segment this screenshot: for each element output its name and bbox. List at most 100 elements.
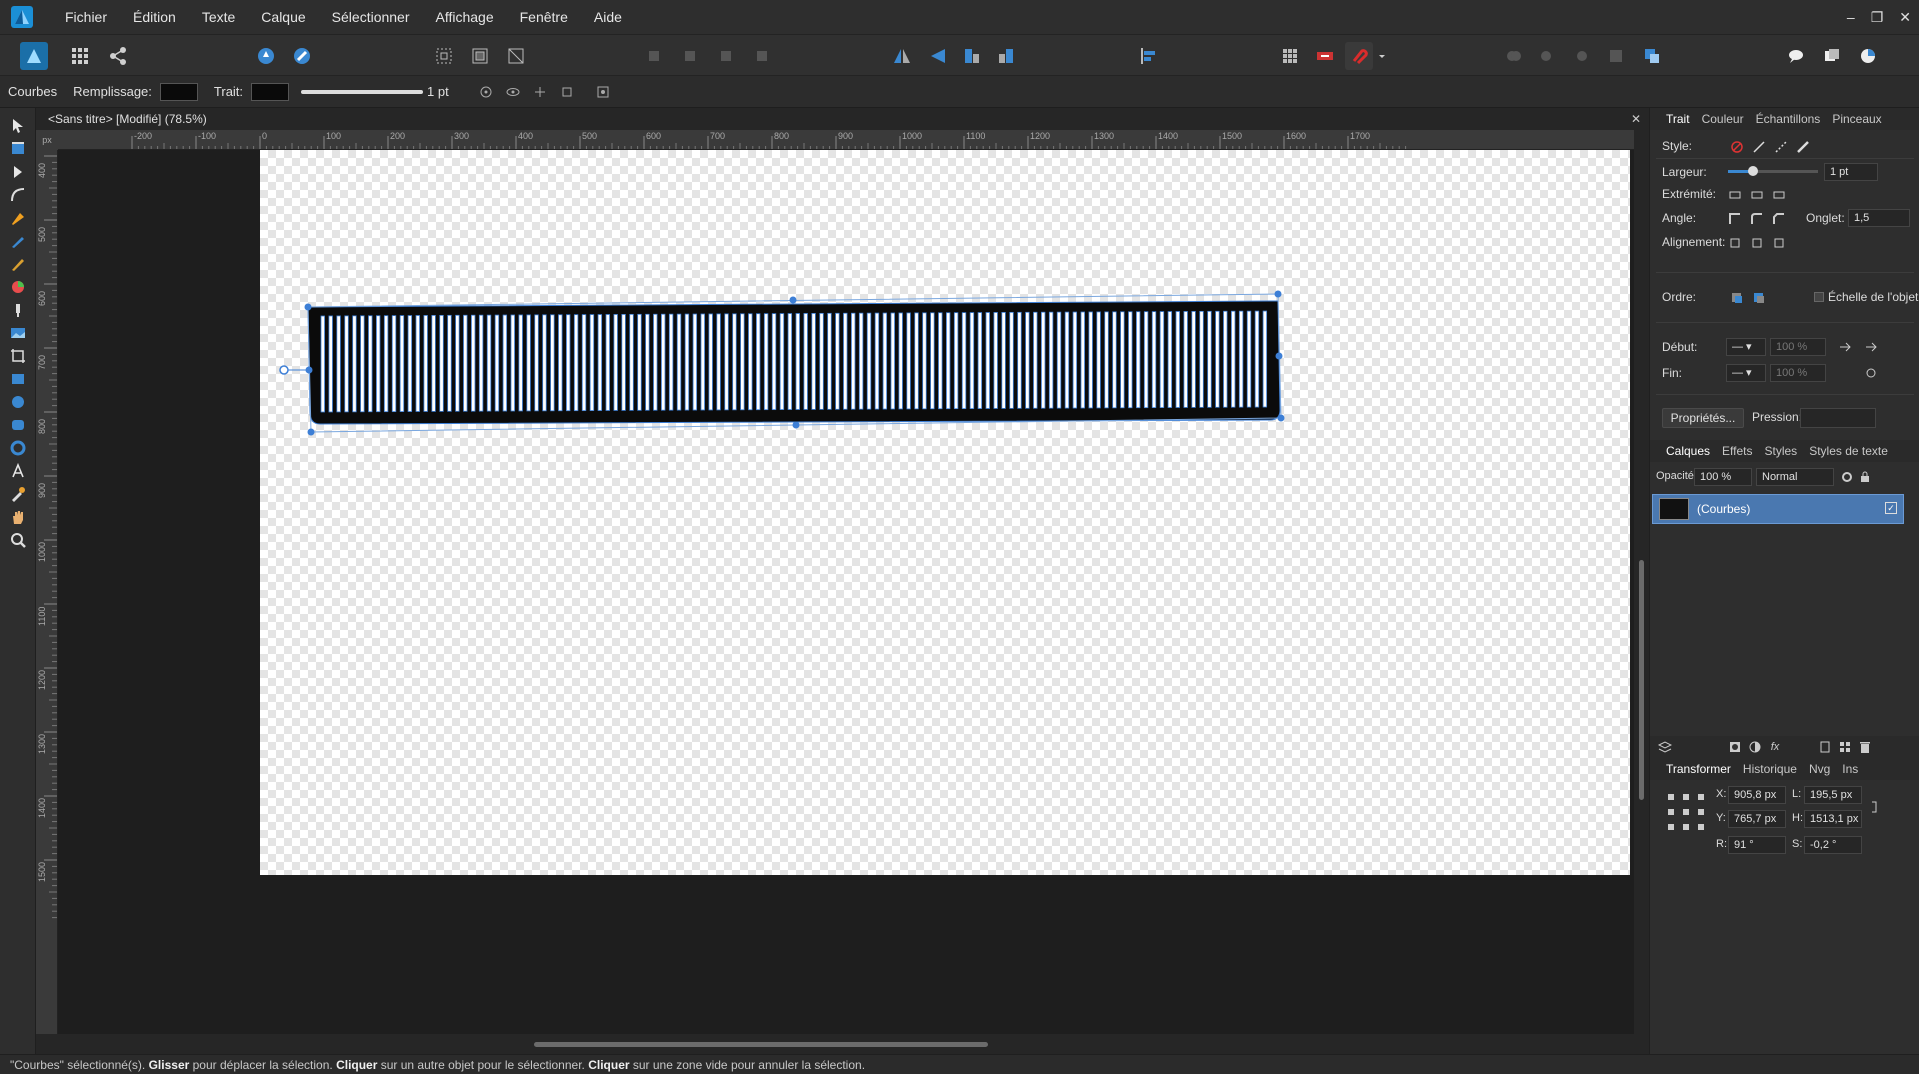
tab-styles[interactable]: Styles: [1759, 444, 1804, 458]
width-slider[interactable]: [1728, 166, 1818, 176]
convert-icon[interactable]: [592, 81, 614, 103]
donut-tool-icon[interactable]: [6, 436, 30, 460]
pixel-persona-icon[interactable]: [66, 42, 94, 70]
scale-with-object-checkbox[interactable]: [1814, 292, 1824, 302]
mask-icon[interactable]: [1726, 738, 1744, 756]
blend-mode-dropdown[interactable]: Normal: [1756, 468, 1834, 486]
pressure-graph[interactable]: [1800, 408, 1876, 428]
butt-cap-icon[interactable]: [1726, 186, 1744, 204]
lock-aspect-icon[interactable]: [1866, 798, 1884, 816]
flip-horizontal-icon[interactable]: [888, 42, 916, 70]
corner-tool-icon[interactable]: [6, 183, 30, 207]
rotation-field[interactable]: 91 °: [1728, 836, 1786, 854]
stroke-behind-icon[interactable]: [1728, 289, 1746, 307]
snap-to-node-icon[interactable]: [529, 81, 551, 103]
text-tool-icon[interactable]: [6, 459, 30, 483]
arrow-swap-icon[interactable]: [1862, 338, 1880, 356]
miter-join-icon[interactable]: [1726, 210, 1744, 228]
move-tool-icon[interactable]: [6, 114, 30, 138]
w-field[interactable]: 195,5 px: [1804, 786, 1862, 804]
color-picker-tool-icon[interactable]: [6, 482, 30, 506]
color-picker-icon[interactable]: [1854, 42, 1882, 70]
canvas-pasteboard[interactable]: [58, 150, 1634, 1034]
move-front-icon[interactable]: [748, 42, 776, 70]
pen-tool-icon[interactable]: [6, 206, 30, 230]
close-window-button[interactable]: ✕: [1899, 9, 1911, 26]
arrow-reset-icon[interactable]: [1862, 364, 1880, 382]
new-layer-icon[interactable]: [1816, 738, 1834, 756]
tab-effets[interactable]: Effets: [1716, 444, 1758, 458]
tab-echantillons[interactable]: Échantillons: [1750, 112, 1827, 126]
boolean-subtract-icon[interactable]: [1534, 42, 1562, 70]
boolean-divide-icon[interactable]: [1638, 42, 1666, 70]
minimize-button[interactable]: –: [1847, 9, 1855, 25]
width-field[interactable]: 1 pt: [1824, 163, 1878, 181]
lock-icon[interactable]: [1856, 468, 1874, 486]
tab-trait[interactable]: Trait: [1660, 112, 1696, 126]
rotate-left-icon[interactable]: [958, 42, 986, 70]
layer-row[interactable]: (Courbes) ✓: [1652, 494, 1904, 524]
rectangle-tool-icon[interactable]: [6, 367, 30, 391]
ellipse-tool-icon[interactable]: [6, 390, 30, 414]
hide-selection-icon[interactable]: [502, 81, 524, 103]
transform-mode-icon[interactable]: [502, 42, 530, 70]
no-stroke-icon[interactable]: [1728, 138, 1746, 156]
tab-styles-de-texte[interactable]: Styles de texte: [1803, 444, 1894, 458]
vertical-scrollbar[interactable]: [1634, 130, 1649, 1034]
share-icon[interactable]: [104, 42, 132, 70]
tab-historique[interactable]: Historique: [1737, 762, 1803, 776]
document-tab[interactable]: <Sans titre> [Modifié] (78.5%) ✕: [36, 108, 1649, 130]
vertical-scroll-thumb[interactable]: [1639, 560, 1644, 800]
align-outside-icon[interactable]: [1770, 234, 1788, 252]
flip-vertical-icon[interactable]: [924, 42, 952, 70]
snapping-magnet-icon[interactable]: [1345, 42, 1373, 70]
place-image-tool-icon[interactable]: [6, 321, 30, 345]
rotate-right-icon[interactable]: [992, 42, 1020, 70]
opacity-field[interactable]: 100 %: [1694, 468, 1752, 486]
start-scale-field[interactable]: 100 %: [1770, 338, 1826, 356]
tab-pinceaux[interactable]: Pinceaux: [1826, 112, 1887, 126]
menu-edition[interactable]: Édition: [120, 0, 189, 34]
stroke-width-slider[interactable]: [301, 89, 424, 94]
bevel-join-icon[interactable]: [1770, 210, 1788, 228]
tab-nvg[interactable]: Nvg: [1803, 762, 1836, 776]
align-nodes-icon[interactable]: [556, 81, 578, 103]
menu-fenetre[interactable]: Fenêtre: [507, 0, 581, 34]
transparency-tool-icon[interactable]: [6, 298, 30, 322]
y-field[interactable]: 765,7 px: [1728, 810, 1786, 828]
tab-ins[interactable]: Ins: [1836, 762, 1864, 776]
menu-calque[interactable]: Calque: [248, 0, 318, 34]
menu-selectionner[interactable]: Sélectionner: [319, 0, 423, 34]
menu-aide[interactable]: Aide: [581, 0, 635, 34]
arrow-position-icon[interactable]: [1836, 338, 1854, 356]
snapping-dropdown-icon[interactable]: [1375, 42, 1389, 70]
start-arrow-dropdown[interactable]: — ▾: [1726, 338, 1766, 356]
fill-tool-icon[interactable]: [6, 275, 30, 299]
node-tool-icon[interactable]: [6, 160, 30, 184]
hand-tool-icon[interactable]: [6, 505, 30, 529]
layers-stack-icon[interactable]: [1656, 738, 1674, 756]
zoom-tool-icon[interactable]: [6, 528, 30, 552]
rounded-rectangle-tool-icon[interactable]: [6, 413, 30, 437]
guides-icon[interactable]: [1311, 42, 1339, 70]
anchor-point-selector[interactable]: [1666, 792, 1706, 832]
snapping-icon[interactable]: [288, 42, 316, 70]
speech-bubble-icon[interactable]: [1782, 42, 1810, 70]
align-inside-icon[interactable]: [1748, 234, 1766, 252]
end-scale-field[interactable]: 100 %: [1770, 364, 1826, 382]
end-arrow-dropdown[interactable]: — ▾: [1726, 364, 1766, 382]
properties-button[interactable]: Propriétés...: [1662, 408, 1744, 428]
transform-origin-icon[interactable]: [475, 81, 497, 103]
horizontal-scrollbar[interactable]: [36, 1034, 1649, 1054]
layer-visibility-checkbox[interactable]: ✓: [1885, 502, 1897, 514]
round-cap-icon[interactable]: [1748, 186, 1766, 204]
menu-affichage[interactable]: Affichage: [423, 0, 507, 34]
tab-couleur[interactable]: Couleur: [1696, 112, 1750, 126]
crop-tool-icon[interactable]: [6, 344, 30, 368]
boolean-add-icon[interactable]: [1500, 42, 1528, 70]
designer-persona-button[interactable]: [20, 42, 48, 70]
delete-layer-icon[interactable]: [1856, 738, 1874, 756]
restore-button[interactable]: ❐: [1871, 9, 1884, 26]
curves-shape[interactable]: [58, 150, 1634, 1034]
tab-transformer[interactable]: Transformer: [1660, 762, 1737, 776]
